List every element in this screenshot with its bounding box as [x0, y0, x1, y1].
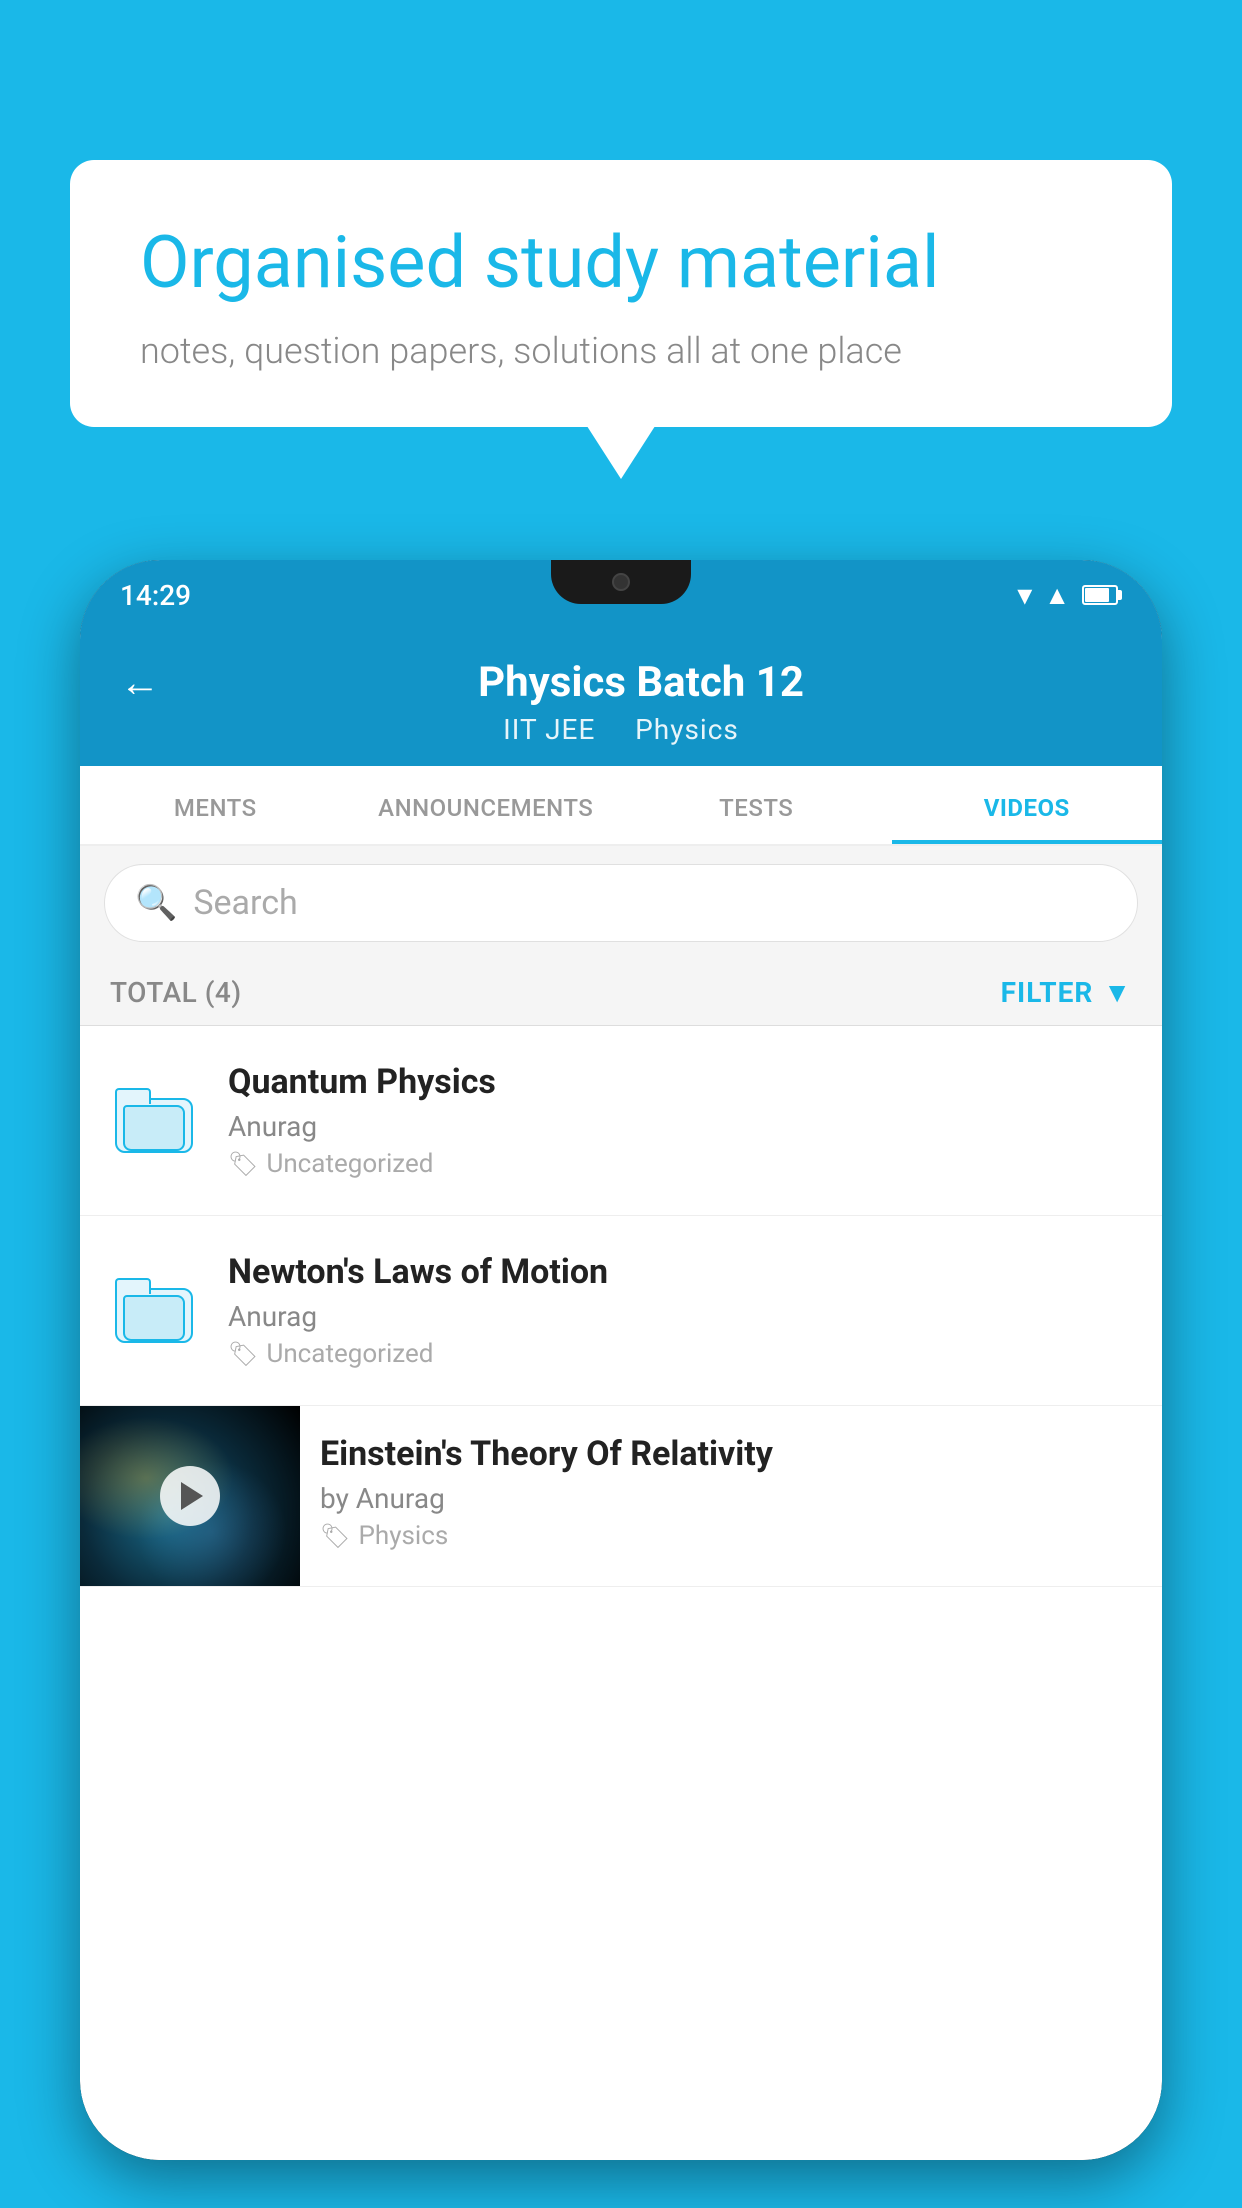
item-tag: 🏷 Uncategorized: [228, 1339, 1132, 1369]
status-icons: [1017, 578, 1122, 613]
item-tag: 🏷 Uncategorized: [228, 1149, 1132, 1179]
search-placeholder: Search: [193, 883, 297, 923]
total-count-label: TOTAL (4): [110, 976, 242, 1009]
phone-frame: 14:29 ← Physics Batch 12 IIT JEE: [80, 560, 1162, 2160]
speech-bubble-heading: Organised study material: [140, 220, 1102, 306]
list-item[interactable]: Quantum Physics Anurag 🏷 Uncategorized: [80, 1026, 1162, 1216]
camera: [612, 573, 630, 591]
header-title: Physics Batch 12: [160, 658, 1122, 707]
list-container: Quantum Physics Anurag 🏷 Uncategorized: [80, 1026, 1162, 2160]
tag-icon: 🏷: [320, 1522, 350, 1550]
subtitle-physics: Physics: [635, 713, 739, 746]
folder-icon-wrapper: [110, 1076, 200, 1166]
list-item[interactable]: Newton's Laws of Motion Anurag 🏷 Uncateg…: [80, 1216, 1162, 1406]
item-title: Einstein's Theory Of Relativity: [320, 1434, 1142, 1474]
subtitle-iitjee: IIT JEE: [503, 713, 595, 746]
header-row: ← Physics Batch 12: [120, 658, 1122, 707]
app-header: ← Physics Batch 12 IIT JEE Physics: [80, 630, 1162, 766]
item-info: Quantum Physics Anurag 🏷 Uncategorized: [228, 1062, 1132, 1179]
item-title: Quantum Physics: [228, 1062, 1132, 1102]
item-author: by Anurag: [320, 1482, 1142, 1515]
back-button[interactable]: ←: [120, 659, 160, 706]
filter-icon: ▼: [1103, 976, 1132, 1009]
play-button[interactable]: [160, 1466, 220, 1526]
status-time: 14:29: [120, 579, 191, 612]
tag-icon: 🏷: [228, 1150, 258, 1178]
filter-button[interactable]: FILTER ▼: [1001, 976, 1132, 1009]
item-author: Anurag: [228, 1110, 1132, 1143]
speech-bubble: Organised study material notes, question…: [70, 160, 1172, 427]
filter-row: TOTAL (4) FILTER ▼: [80, 960, 1162, 1026]
notch: [551, 560, 691, 604]
tag-label: Uncategorized: [266, 1149, 433, 1179]
tab-announcements[interactable]: ANNOUNCEMENTS: [351, 766, 622, 844]
tab-videos[interactable]: VIDEOS: [892, 766, 1163, 844]
signal-icon: [1044, 580, 1070, 611]
status-bar: 14:29: [80, 560, 1162, 630]
battery-icon: [1082, 585, 1122, 605]
speech-bubble-wrapper: Organised study material notes, question…: [70, 160, 1172, 427]
folder-icon-wrapper: [110, 1266, 200, 1356]
speech-bubble-subtext: notes, question papers, solutions all at…: [140, 330, 1102, 372]
tab-tests[interactable]: TESTS: [621, 766, 892, 844]
tag-label: Physics: [358, 1521, 448, 1551]
folder-icon: [115, 1278, 195, 1343]
tag-label: Uncategorized: [266, 1339, 433, 1369]
folder-icon: [115, 1088, 195, 1153]
item-author: Anurag: [228, 1300, 1132, 1333]
wifi-icon: [1017, 578, 1032, 613]
search-bar[interactable]: 🔍 Search: [104, 864, 1138, 942]
list-item-video[interactable]: Einstein's Theory Of Relativity by Anura…: [80, 1406, 1162, 1587]
item-title: Newton's Laws of Motion: [228, 1252, 1132, 1292]
search-bar-wrapper: 🔍 Search: [80, 846, 1162, 960]
thumb-info: Einstein's Theory Of Relativity by Anura…: [300, 1406, 1162, 1579]
item-tag: 🏷 Physics: [320, 1521, 1142, 1551]
search-icon: 🔍: [135, 883, 177, 923]
header-subtitle: IIT JEE Physics: [503, 713, 739, 746]
item-info: Newton's Laws of Motion Anurag 🏷 Uncateg…: [228, 1252, 1132, 1369]
tabs-bar: MENTS ANNOUNCEMENTS TESTS VIDEOS: [80, 766, 1162, 846]
phone-screen: 14:29 ← Physics Batch 12 IIT JEE: [80, 560, 1162, 2160]
tab-ments[interactable]: MENTS: [80, 766, 351, 844]
filter-label: FILTER: [1001, 976, 1094, 1009]
tag-icon: 🏷: [228, 1340, 258, 1368]
play-icon: [181, 1482, 203, 1510]
video-thumbnail: [80, 1406, 300, 1586]
